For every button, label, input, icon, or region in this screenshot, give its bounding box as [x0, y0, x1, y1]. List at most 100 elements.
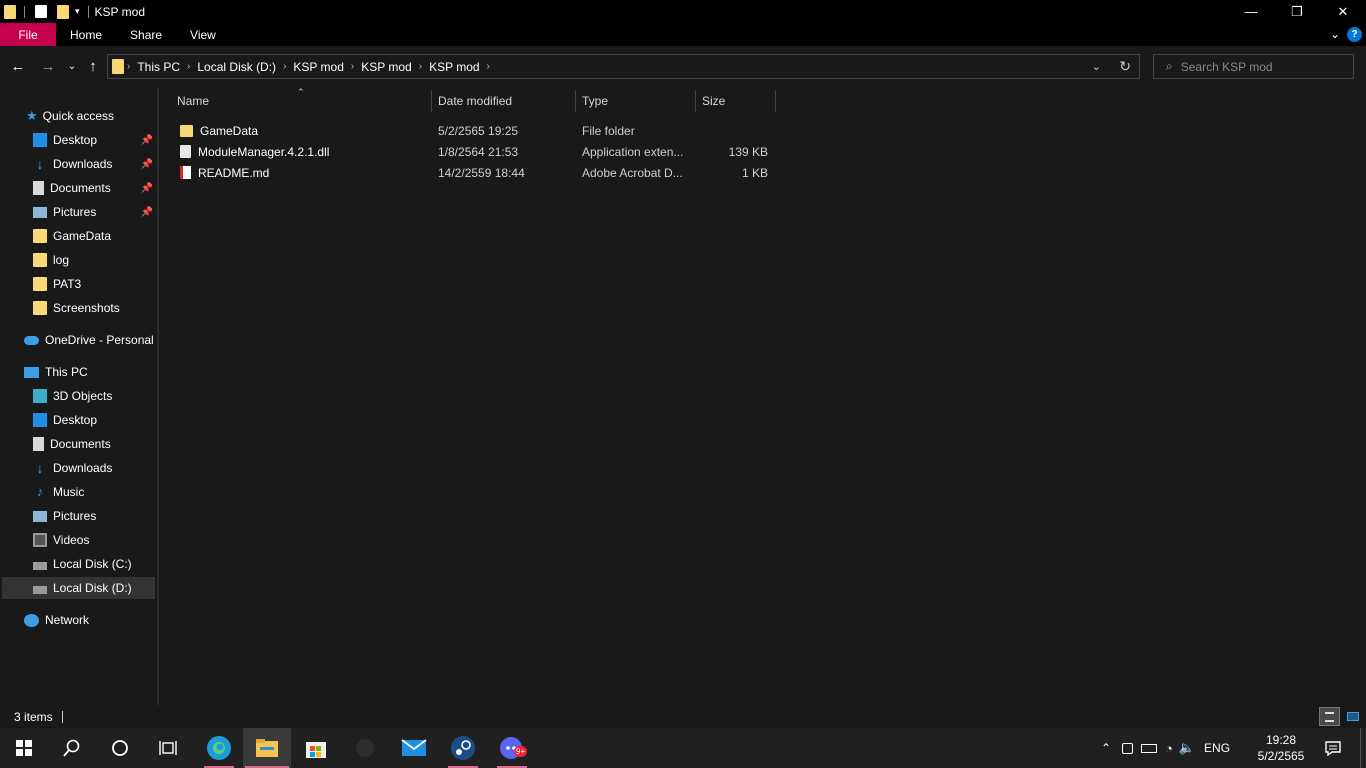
- chevron-right-icon[interactable]: ›: [127, 61, 130, 72]
- cloud-icon: [24, 335, 39, 345]
- tab-home[interactable]: Home: [56, 23, 116, 46]
- pin-icon[interactable]: 📌: [141, 183, 153, 194]
- help-icon[interactable]: ?: [1347, 27, 1362, 42]
- minimize-button[interactable]: —: [1228, 0, 1274, 23]
- nav-videos[interactable]: Videos: [33, 529, 89, 551]
- up-button[interactable]: ↑: [83, 56, 103, 76]
- nav-desktop[interactable]: Desktop: [33, 409, 97, 431]
- nav-quick-gamedata[interactable]: GameData: [33, 225, 111, 247]
- nav-music[interactable]: ♪ Music: [33, 481, 85, 503]
- taskbar-app-dim[interactable]: [341, 728, 389, 768]
- item-count: 3 items: [14, 709, 53, 724]
- taskbar-discord[interactable]: 9+: [488, 728, 536, 768]
- details-view-button[interactable]: [1319, 707, 1340, 726]
- nav-3d-objects[interactable]: 3D Objects: [33, 385, 112, 407]
- show-desktop-button[interactable]: [1360, 728, 1366, 768]
- tab-share[interactable]: Share: [116, 23, 176, 46]
- language-indicator[interactable]: ENG: [1204, 741, 1230, 755]
- pin-icon[interactable]: 📌: [141, 135, 153, 146]
- pin-icon[interactable]: 📌: [141, 207, 153, 218]
- file-size: 139 KB: [728, 144, 768, 159]
- pin-icon[interactable]: 📌: [141, 159, 153, 170]
- chevron-right-icon[interactable]: ›: [283, 61, 286, 72]
- breadcrumb-ksp-mod-1[interactable]: KSP mod: [293, 60, 343, 74]
- search-button[interactable]: [48, 728, 96, 768]
- taskbar-edge[interactable]: [195, 728, 243, 768]
- column-header-date[interactable]: Date modified: [438, 88, 512, 114]
- nav-quick-screenshots[interactable]: Screenshots: [33, 297, 120, 319]
- large-icons-view-button[interactable]: [1342, 707, 1363, 726]
- desktop-icon: [33, 413, 47, 427]
- breadcrumb-ksp-mod-2[interactable]: KSP mod: [361, 60, 411, 74]
- file-row[interactable]: README.md 14/2/2559 18:44 Adobe Acrobat …: [175, 162, 775, 183]
- nav-downloads[interactable]: ↓ Downloads: [33, 457, 113, 479]
- chevron-right-icon[interactable]: ›: [187, 61, 190, 72]
- volume-icon[interactable]: 🔈: [1179, 740, 1195, 756]
- column-header-name[interactable]: Name: [177, 88, 209, 114]
- tab-file[interactable]: File: [0, 23, 56, 46]
- nav-quick-desktop[interactable]: Desktop 📌: [33, 129, 157, 151]
- file-type: Adobe Acrobat D...: [582, 165, 683, 180]
- folder-icon: [33, 229, 47, 243]
- ribbon-tabs: File Home Share View ⌄ ?: [0, 23, 1366, 46]
- clock[interactable]: 19:28 5/2/2565: [1252, 730, 1310, 766]
- nav-quick-downloads[interactable]: ↓ Downloads 📌: [33, 153, 157, 175]
- qat-separator: [24, 5, 25, 18]
- chevron-right-icon[interactable]: ›: [419, 61, 422, 72]
- tab-view[interactable]: View: [176, 23, 230, 46]
- new-folder-icon[interactable]: [57, 4, 69, 19]
- recent-locations-icon[interactable]: ⌄: [62, 56, 82, 76]
- taskbar-file-explorer[interactable]: [243, 728, 291, 768]
- nav-quick-access[interactable]: ★ Quick access: [26, 105, 114, 127]
- task-view-button[interactable]: [144, 728, 192, 768]
- file-row[interactable]: GameData 5/2/2565 19:25 File folder: [175, 120, 775, 141]
- file-row[interactable]: ModuleManager.4.2.1.dll 1/8/2564 21:53 A…: [175, 141, 775, 162]
- action-center-button[interactable]: [1316, 728, 1350, 768]
- nav-pictures[interactable]: Pictures: [33, 505, 96, 527]
- nav-network[interactable]: Network: [24, 609, 89, 631]
- start-button[interactable]: [0, 728, 48, 768]
- breadcrumb-this-pc[interactable]: This PC: [137, 60, 180, 74]
- nav-this-pc[interactable]: This PC: [24, 361, 88, 383]
- battery-icon[interactable]: [1141, 743, 1157, 753]
- column-divider[interactable]: [575, 90, 576, 112]
- chevron-right-icon[interactable]: ›: [487, 61, 490, 72]
- search-input[interactable]: Search KSP mod: [1181, 60, 1273, 74]
- column-header-type[interactable]: Type: [582, 88, 608, 114]
- refresh-icon[interactable]: ↻: [1119, 58, 1131, 75]
- nav-local-disk-d[interactable]: Local Disk (D:): [2, 577, 155, 599]
- breadcrumb-local-disk-d[interactable]: Local Disk (D:): [197, 60, 276, 74]
- meet-now-icon[interactable]: [1122, 742, 1133, 754]
- breadcrumb-ksp-mod-3[interactable]: KSP mod: [429, 60, 479, 74]
- chevron-right-icon[interactable]: ›: [351, 61, 354, 72]
- cortana-button[interactable]: [96, 728, 144, 768]
- nav-quick-documents[interactable]: Documents 📌: [33, 177, 157, 199]
- nav-quick-log[interactable]: log: [33, 249, 69, 271]
- task-view-icon: [159, 741, 177, 755]
- nav-onedrive[interactable]: OneDrive - Personal: [24, 329, 154, 351]
- close-button[interactable]: ✕: [1320, 0, 1366, 23]
- taskbar-store[interactable]: [292, 728, 340, 768]
- wifi-icon[interactable]: ◔: [1165, 741, 1173, 756]
- taskbar-mail[interactable]: [390, 728, 438, 768]
- show-hidden-icons-icon[interactable]: ⌃: [1097, 741, 1115, 755]
- search-box[interactable]: ⌕ Search KSP mod: [1153, 54, 1354, 79]
- nav-quick-pictures[interactable]: Pictures 📌: [33, 201, 157, 223]
- qat-dropdown-icon[interactable]: ▾: [75, 6, 80, 17]
- restore-button[interactable]: ❐: [1274, 0, 1320, 23]
- nav-documents[interactable]: Documents: [33, 433, 111, 455]
- forward-button[interactable]: →: [38, 56, 58, 76]
- steam-icon: [451, 736, 475, 760]
- nav-local-disk-c[interactable]: Local Disk (C:): [33, 553, 132, 575]
- column-header-size[interactable]: Size: [702, 88, 725, 114]
- back-button[interactable]: ←: [8, 56, 28, 76]
- column-divider[interactable]: [695, 90, 696, 112]
- address-dropdown-icon[interactable]: ⌄: [1092, 60, 1101, 73]
- expand-ribbon-icon[interactable]: ⌄: [1330, 27, 1340, 41]
- column-divider[interactable]: [431, 90, 432, 112]
- address-bar[interactable]: › This PC › Local Disk (D:) › KSP mod › …: [107, 54, 1140, 79]
- properties-icon[interactable]: [35, 5, 47, 18]
- taskbar-steam[interactable]: [439, 728, 487, 768]
- nav-quick-pat3[interactable]: PAT3: [33, 273, 81, 295]
- column-divider[interactable]: [775, 90, 776, 112]
